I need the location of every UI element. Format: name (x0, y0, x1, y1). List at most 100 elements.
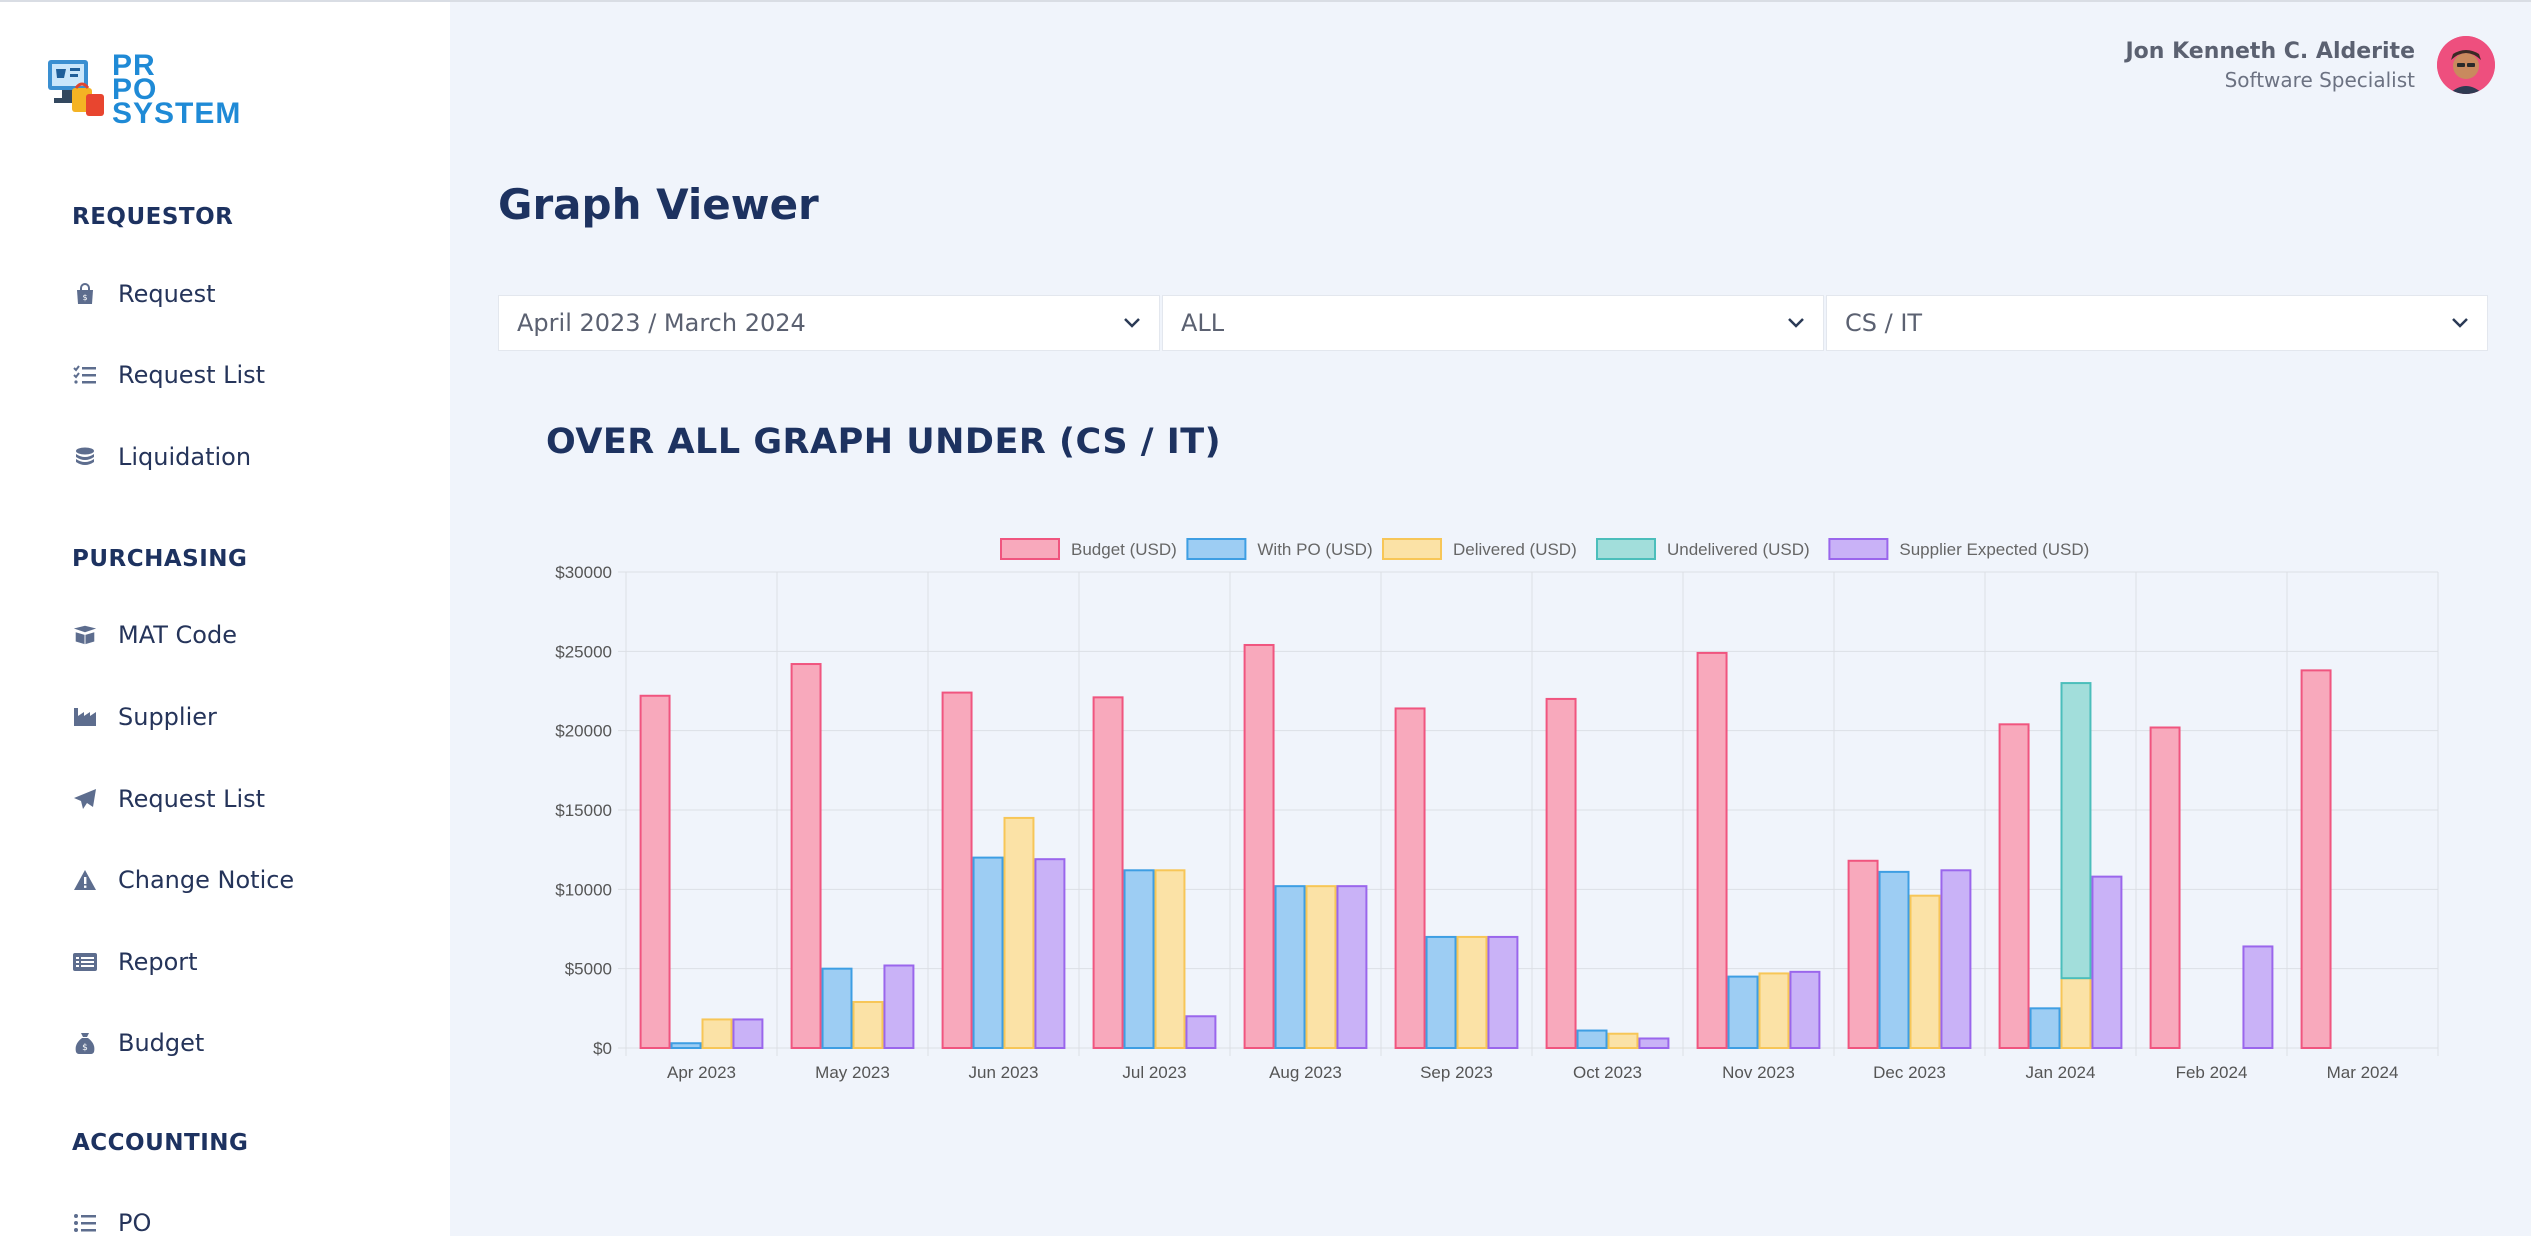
bar (2242, 945, 2274, 1050)
bar (1305, 885, 1337, 1049)
x-tick-label: Feb 2024 (2176, 1063, 2248, 1082)
bar-chart: $0 $5000 $10000 $15000 $20000 $25000 $30000 Apr… (555, 538, 2439, 1082)
bar (852, 1000, 884, 1049)
section-title-purchasing: PURCHASING (72, 546, 248, 572)
bar (1487, 935, 1519, 1049)
y-tick-label: $15000 (555, 801, 612, 820)
sidebar-item-mat-code[interactable]: MAT Code (72, 615, 237, 655)
shopping-bag-icon: $ (72, 281, 98, 307)
department-select[interactable]: CS / IT (1826, 295, 2488, 351)
bar (1154, 869, 1186, 1049)
sidebar-item-budget[interactable]: $ Budget (72, 1023, 204, 1063)
bar (1878, 870, 1910, 1049)
bar (1123, 869, 1155, 1049)
legend-swatch (1000, 538, 1060, 560)
fiscal-year-select[interactable]: April 2023 / March 2024 (498, 295, 1160, 351)
bar (1696, 651, 1728, 1049)
svg-text:$: $ (82, 1043, 88, 1053)
sidebar-item-label: Change Notice (118, 866, 295, 894)
sidebar-item-po[interactable]: PO (72, 1203, 151, 1236)
legend-swatch (1828, 538, 1889, 560)
x-tick-label: Jan 2024 (2026, 1063, 2096, 1082)
sidebar-item-request-list[interactable]: Request List (72, 355, 265, 395)
box-open-icon (72, 622, 98, 648)
y-tick-label: $10000 (555, 880, 612, 899)
coins-icon (72, 444, 98, 470)
y-tick-label: $30000 (555, 563, 612, 582)
legend-label: Budget (USD) (1071, 540, 1177, 559)
category-select-value: ALL (1181, 309, 1225, 337)
page-title: Graph Viewer (498, 180, 819, 229)
sidebar-item-report[interactable]: Report (72, 942, 198, 982)
chevron-down-icon (2452, 318, 2468, 328)
bar (1909, 894, 1941, 1049)
chart-title: OVER ALL GRAPH UNDER (CS / IT) (546, 422, 1222, 462)
avatar-icon (2437, 36, 2495, 94)
bar (2029, 1007, 2061, 1050)
logo-text: PR PO SYSTEM (112, 49, 242, 130)
avatar[interactable] (2437, 36, 2495, 94)
svg-text:$: $ (82, 293, 87, 302)
bar (1847, 859, 1879, 1050)
chevron-down-icon (1124, 318, 1140, 328)
category-select[interactable]: ALL (1162, 295, 1824, 351)
legend-label: Supplier Expected (USD) (1899, 540, 2089, 559)
sidebar-item-label: Budget (118, 1029, 205, 1057)
bar (2149, 726, 2181, 1049)
sidebar-item-supplier[interactable]: Supplier (72, 697, 217, 737)
app-logo[interactable]: PR PO SYSTEM (46, 49, 286, 134)
bar (1545, 697, 1577, 1050)
bar (790, 663, 822, 1049)
user-role: Software Specialist (2224, 67, 2415, 92)
bar (1789, 970, 1821, 1049)
bar (1336, 885, 1368, 1049)
legend-label: Undelivered (USD) (1667, 540, 1810, 559)
sidebar-item-label: Request List (118, 361, 266, 389)
sidebar-item-request[interactable]: $ Request (72, 274, 216, 314)
bar (1394, 707, 1426, 1049)
sidebar-item-liquidation[interactable]: Liquidation (72, 437, 251, 477)
bar (1998, 723, 2030, 1049)
sidebar-item-label: Request List (118, 785, 266, 813)
bar (701, 1018, 733, 1050)
user-profile[interactable]: Jon Kenneth C. Alderite Software Special… (2125, 36, 2495, 94)
pr-po-logo-icon (48, 60, 104, 116)
bar (883, 964, 915, 1050)
paper-plane-icon (72, 786, 98, 812)
bar (732, 1018, 764, 1050)
x-tick-label: Sep 2023 (1420, 1063, 1493, 1082)
bar (1758, 972, 1790, 1049)
section-title-accounting: ACCOUNTING (72, 1130, 249, 1156)
bar (1456, 935, 1488, 1049)
money-bag-icon: $ (72, 1030, 98, 1056)
x-tick-label: Apr 2023 (667, 1063, 736, 1082)
legend-label: With PO (USD) (1257, 540, 1372, 559)
sidebar-item-label: MAT Code (118, 621, 237, 649)
bar (941, 691, 973, 1049)
x-tick-label: Dec 2023 (1873, 1063, 1946, 1082)
bar (1274, 885, 1306, 1049)
sidebar-item-label: Report (118, 948, 198, 976)
sidebar-item-label: Supplier (118, 703, 217, 731)
warning-icon (72, 867, 98, 893)
bar (972, 856, 1004, 1049)
bar (2060, 977, 2092, 1050)
chevron-down-icon (1788, 318, 1804, 328)
y-tick-label: $0 (593, 1039, 612, 1058)
section-title-requestor: REQUESTOR (72, 204, 234, 230)
bar (1425, 935, 1457, 1049)
sidebar-item-label: PO (118, 1209, 152, 1236)
sidebar-item-change-notice[interactable]: Change Notice (72, 860, 294, 900)
bar (1727, 975, 1759, 1050)
sidebar-item-purchasing-request-list[interactable]: Request List (72, 779, 265, 819)
legend-label: Delivered (USD) (1453, 540, 1577, 559)
bar (1607, 1032, 1639, 1050)
bar (1034, 858, 1066, 1050)
bar (821, 967, 853, 1049)
legend-swatch (1596, 538, 1656, 560)
y-tick-label: $25000 (555, 642, 612, 661)
x-tick-label: Mar 2024 (2327, 1063, 2399, 1082)
bar (1243, 643, 1275, 1049)
x-tick-label: Jul 2023 (1122, 1063, 1186, 1082)
x-tick-label: Nov 2023 (1722, 1063, 1795, 1082)
